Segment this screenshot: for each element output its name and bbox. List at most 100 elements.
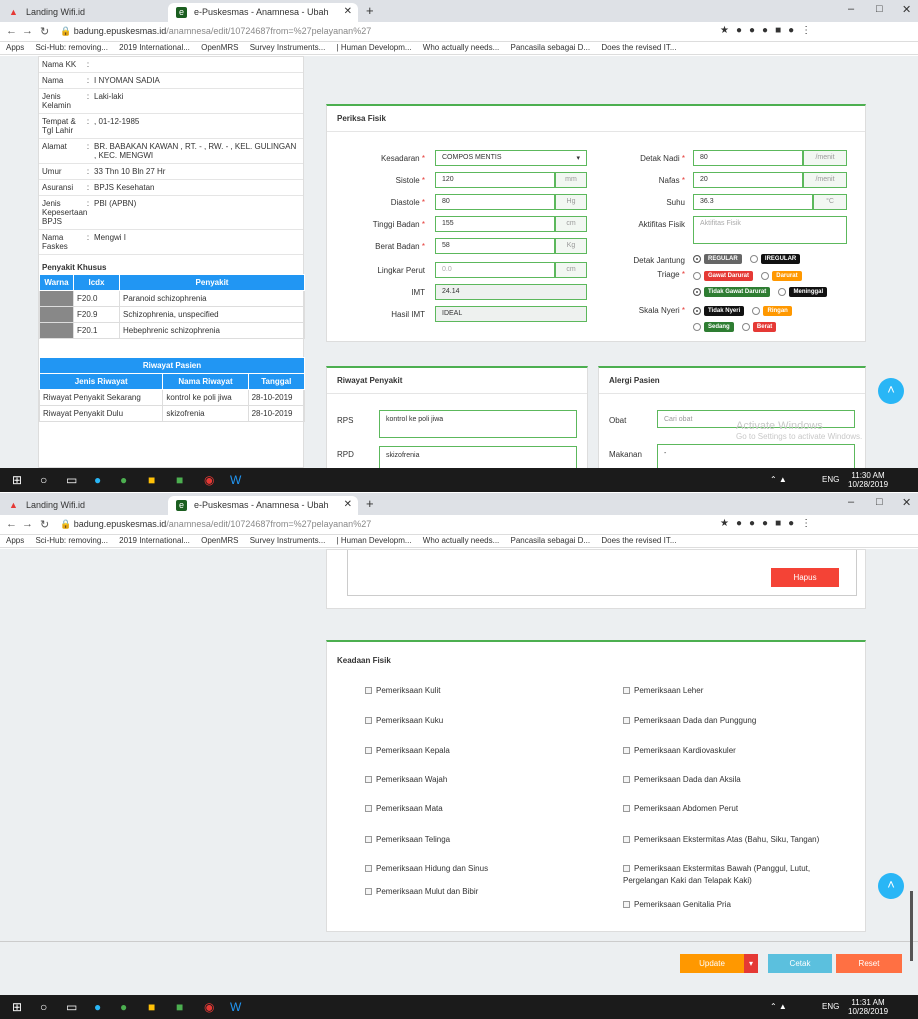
radio-meninggal[interactable]: [778, 288, 787, 296]
suhu-input[interactable]: 36.3: [693, 194, 813, 210]
hapus-button[interactable]: Hapus: [771, 568, 839, 587]
update-button[interactable]: Update: [680, 954, 744, 973]
new-tab-button[interactable]: +: [366, 496, 374, 511]
bookmark-item[interactable]: Who actually needs...: [423, 43, 499, 52]
radio-darurat[interactable]: [761, 272, 770, 280]
keadaan-checkbox[interactable]: Pemeriksaan Mata: [365, 804, 443, 813]
keadaan-checkbox[interactable]: Pemeriksaan Ekstermitas Atas (Bahu, Siku…: [623, 835, 819, 844]
radio-ringan[interactable]: [752, 307, 761, 315]
checkbox-box[interactable]: [365, 836, 372, 844]
bookmark-item[interactable]: Does the revised IT...: [601, 43, 676, 52]
whatsapp-icon[interactable]: ●: [120, 1000, 127, 1014]
update-dropdown-button[interactable]: ▾: [744, 954, 758, 973]
checkbox-box[interactable]: [623, 901, 630, 909]
bookmark-item[interactable]: 2019 International...: [119, 43, 190, 52]
new-tab-button[interactable]: +: [366, 3, 374, 18]
nadi-input[interactable]: 80: [693, 150, 803, 166]
chrome-icon[interactable]: ◉: [204, 1000, 214, 1014]
checkbox-box[interactable]: [365, 865, 372, 873]
radio-gawat-darurat[interactable]: [693, 272, 701, 280]
radio-sedang[interactable]: [693, 323, 701, 331]
radio-tidak-gawat[interactable]: [693, 288, 701, 296]
windows-start-icon[interactable]: ⊞: [12, 473, 22, 487]
aktifitas-textarea[interactable]: Aktifitas Fisik: [693, 216, 847, 244]
tab-epuskesmas[interactable]: e e-Puskesmas - Anamnesa - Ubah ✕: [168, 496, 358, 515]
keadaan-checkbox[interactable]: Pemeriksaan Abdomen Perut: [623, 804, 738, 813]
checkbox-box[interactable]: [365, 805, 372, 813]
maximize-icon[interactable]: □: [876, 496, 883, 508]
kesadaran-select[interactable]: COMPOS MENTIS ▾: [435, 150, 587, 166]
keadaan-checkbox[interactable]: Pemeriksaan Dada dan Aksila: [623, 775, 741, 784]
keadaan-checkbox[interactable]: Pemeriksaan Leher: [623, 686, 703, 695]
search-icon[interactable]: ○: [40, 1000, 47, 1014]
tab-landing[interactable]: ▲ Landing Wifi.id ✕: [0, 496, 190, 515]
sistole-input[interactable]: 120: [435, 172, 555, 188]
scrollbar-thumb[interactable]: [910, 891, 913, 961]
bookmark-item[interactable]: Sci-Hub: removing...: [35, 536, 107, 545]
close-window-icon[interactable]: ✕: [902, 496, 911, 509]
chrome-icon[interactable]: ◉: [204, 473, 214, 487]
checkbox-box[interactable]: [623, 836, 630, 844]
task-view-icon[interactable]: ▭: [66, 473, 77, 487]
checkbox-box[interactable]: [623, 865, 630, 873]
back-icon[interactable]: ←: [6, 25, 17, 37]
close-icon[interactable]: ✕: [344, 499, 352, 510]
reset-button[interactable]: Reset: [836, 954, 902, 973]
extension-icons[interactable]: ★●●●■●⋮: [720, 518, 818, 529]
folder-icon[interactable]: ■: [148, 473, 155, 487]
keadaan-checkbox[interactable]: Pemeriksaan Ekstermitas Bawah (Panggul, …: [623, 864, 810, 873]
checkbox-box[interactable]: [623, 776, 630, 784]
bookmark-apps[interactable]: Apps: [6, 43, 24, 52]
bookmark-item[interactable]: Pancasila sebagai D...: [511, 536, 591, 545]
close-window-icon[interactable]: ✕: [902, 3, 911, 16]
berat-input[interactable]: 58: [435, 238, 555, 254]
cetak-button[interactable]: Cetak: [768, 954, 832, 973]
telegram-icon[interactable]: ●: [94, 473, 101, 487]
bookmark-item[interactable]: | Human Developm...: [337, 43, 412, 52]
nafas-input[interactable]: 20: [693, 172, 803, 188]
reload-icon[interactable]: ↻: [40, 25, 49, 38]
scroll-up-button[interactable]: ˄: [878, 378, 904, 404]
keadaan-checkbox[interactable]: Pemeriksaan Kuku: [365, 716, 443, 725]
checkbox-box[interactable]: [365, 888, 372, 896]
checkbox-box[interactable]: [365, 687, 372, 695]
word-icon[interactable]: W: [230, 473, 241, 487]
keadaan-checkbox[interactable]: Pemeriksaan Dada dan Punggung: [623, 716, 756, 725]
radio-iregular[interactable]: [749, 255, 758, 263]
bookmark-item[interactable]: Pancasila sebagai D...: [511, 43, 591, 52]
url-input[interactable]: 🔒 badung.epuskesmas.id/anamnesa/edit/107…: [60, 517, 680, 533]
url-input[interactable]: 🔒 badung.epuskesmas.id/anamnesa/edit/107…: [60, 24, 680, 40]
close-icon[interactable]: ✕: [344, 6, 352, 17]
radio-regular[interactable]: [693, 255, 701, 263]
minimize-icon[interactable]: –: [848, 496, 854, 508]
bookmark-item[interactable]: OpenMRS: [201, 43, 238, 52]
keadaan-checkbox[interactable]: Pemeriksaan Telinga: [365, 835, 450, 844]
scroll-up-button[interactable]: ˄: [878, 873, 904, 899]
tab-landing[interactable]: ▲ Landing Wifi.id ✕: [0, 3, 190, 22]
keadaan-checkbox[interactable]: Pemeriksaan Genitalia Pria: [623, 900, 731, 909]
bookmark-item[interactable]: Sci-Hub: removing...: [35, 43, 107, 52]
tray-icons[interactable]: ⌃ ▲: [770, 475, 787, 484]
keadaan-checkbox[interactable]: Pemeriksaan Mulut dan Bibir: [365, 887, 478, 896]
makanan-textarea[interactable]: -: [657, 444, 855, 468]
bookmark-item[interactable]: Does the revised IT...: [601, 536, 676, 545]
keadaan-checkbox[interactable]: Pemeriksaan Kardiovaskuler: [623, 746, 736, 755]
bookmark-item[interactable]: 2019 International...: [119, 536, 190, 545]
checkbox-box[interactable]: [365, 717, 372, 725]
radio-berat[interactable]: [741, 323, 750, 331]
rps-textarea[interactable]: kontrol ke poli jiwa: [379, 410, 577, 438]
forward-icon[interactable]: →: [22, 518, 33, 530]
keadaan-checkbox[interactable]: Pemeriksaan Wajah: [365, 775, 447, 784]
checkbox-box[interactable]: [365, 776, 372, 784]
bookmark-item[interactable]: OpenMRS: [201, 536, 238, 545]
bookmark-item[interactable]: Survey Instruments...: [250, 43, 326, 52]
chat-icon[interactable]: ■: [176, 473, 183, 487]
radio-tidak-nyeri[interactable]: [693, 307, 701, 315]
windows-start-icon[interactable]: ⊞: [12, 1000, 22, 1014]
language-indicator[interactable]: ENG: [822, 475, 839, 484]
lingkar-input[interactable]: 0.0: [435, 262, 555, 278]
tab-epuskesmas[interactable]: e e-Puskesmas - Anamnesa - Ubah ✕: [168, 3, 358, 22]
reload-icon[interactable]: ↻: [40, 518, 49, 531]
checkbox-box[interactable]: [623, 687, 630, 695]
chat-icon[interactable]: ■: [176, 1000, 183, 1014]
